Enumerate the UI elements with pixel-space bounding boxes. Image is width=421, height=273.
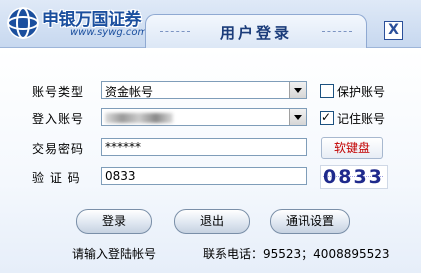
comm-settings-button[interactable]: 通讯设置 bbox=[270, 209, 350, 234]
account-type-label: 账号类型 bbox=[32, 85, 85, 99]
remember-account-label: 记住账号 bbox=[337, 112, 386, 126]
trade-password-value: ****** bbox=[105, 140, 141, 154]
title-rule-right bbox=[322, 31, 352, 32]
soft-keyboard-button[interactable]: 软键盘 bbox=[321, 137, 383, 159]
chevron-down-icon[interactable] bbox=[289, 109, 306, 125]
login-account-value bbox=[105, 110, 173, 124]
verify-code-value: 0833 bbox=[105, 169, 136, 183]
status-hint: 请输入登陆帐号 bbox=[72, 247, 157, 261]
trade-password-field[interactable]: ****** bbox=[101, 138, 307, 156]
check-icon: ✓ bbox=[321, 110, 332, 124]
login-account-select[interactable] bbox=[101, 108, 307, 126]
account-type-select[interactable]: 资金帐号 bbox=[101, 81, 307, 99]
brand-logo: 申银万国证券 www.sywg.com bbox=[6, 4, 156, 42]
captcha-text: 0833 bbox=[323, 166, 384, 188]
verify-code-label: 验 证 码 bbox=[32, 171, 81, 185]
globe-logo-icon bbox=[7, 7, 39, 39]
login-window: 申银万国证券 www.sywg.com 用户登录 X 账号类型 资金帐号 保护账… bbox=[0, 0, 421, 273]
login-form: 账号类型 资金帐号 保护账号 登入账号 ✓ 记住账号 交易密码 ****** 软… bbox=[0, 48, 421, 273]
title-bar: 申银万国证券 www.sywg.com 用户登录 X bbox=[0, 0, 421, 48]
exit-button[interactable]: 退出 bbox=[174, 209, 250, 234]
contact-phone: 联系电话：95523；4008895523 bbox=[203, 247, 390, 261]
window-title: 用户登录 bbox=[219, 24, 292, 42]
captcha-image[interactable]: 0833 bbox=[320, 165, 388, 189]
login-button[interactable]: 登录 bbox=[76, 209, 152, 234]
remember-account-checkbox[interactable]: ✓ bbox=[320, 110, 334, 125]
verify-code-field[interactable]: 0833 bbox=[101, 167, 307, 185]
title-tab: 用户登录 bbox=[145, 14, 367, 48]
protect-account-checkbox[interactable] bbox=[320, 84, 334, 98]
trade-password-label: 交易密码 bbox=[32, 142, 85, 156]
account-type-value: 资金帐号 bbox=[105, 85, 154, 99]
protect-account-label: 保护账号 bbox=[337, 85, 386, 99]
redacted-account bbox=[105, 112, 173, 123]
close-icon: X bbox=[388, 22, 399, 38]
chevron-down-icon[interactable] bbox=[289, 82, 306, 98]
close-button[interactable]: X bbox=[384, 21, 403, 40]
login-account-label: 登入账号 bbox=[32, 112, 85, 126]
brand-url: www.sywg.com bbox=[70, 27, 148, 38]
